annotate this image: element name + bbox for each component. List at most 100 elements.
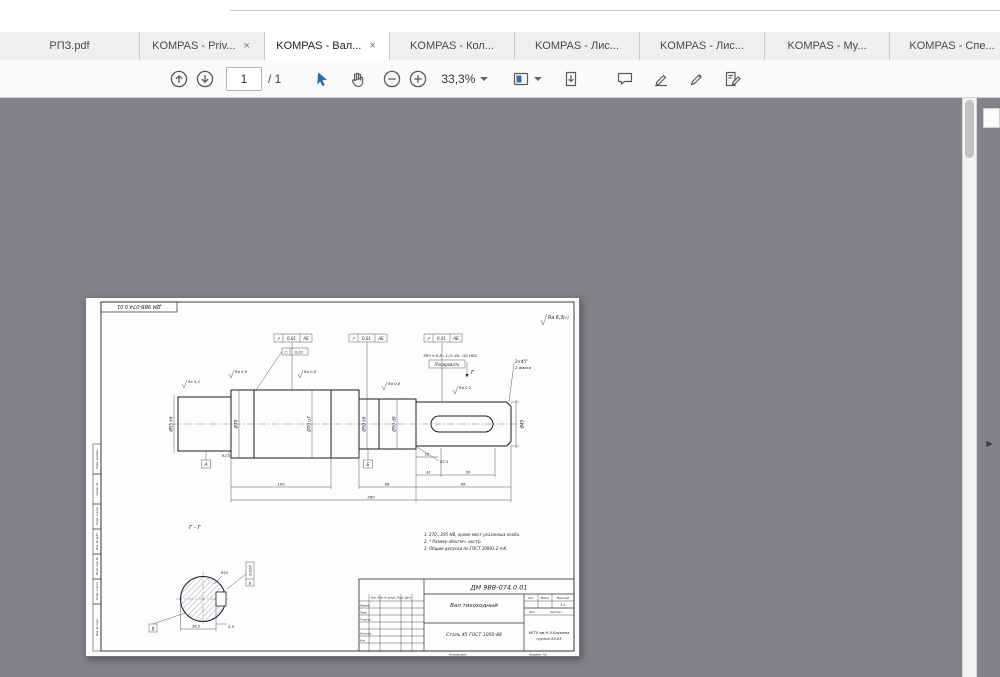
display-settings-icon: [511, 69, 531, 89]
page-number-input[interactable]: [226, 67, 262, 91]
length-dimensions: 22 41 50 100 66 68 260: [231, 446, 511, 502]
cursor-icon: [312, 69, 332, 89]
document-viewport: ДМ 9ВВ-074.0.01 Перв. примен. Справ. № П…: [0, 98, 1000, 677]
svg-text:Лит.: Лит.: [527, 596, 534, 600]
zoom-in-icon: [408, 69, 428, 89]
svg-text:↗: ↗: [352, 336, 356, 341]
highlight-tool-button[interactable]: [648, 66, 674, 92]
tab-kompas-lis-2[interactable]: KOMPAS - Лис...: [640, 32, 765, 60]
general-roughness-mark: Ra 6,3 (√): [541, 314, 569, 325]
chevron-down-icon: [534, 77, 542, 81]
svg-text:Н.контр.: Н.контр.: [360, 632, 372, 636]
fillet-radii: R2,5 R2,5: [222, 447, 449, 464]
svg-text:Т.контр.: Т.контр.: [360, 618, 371, 622]
svg-text:260: 260: [367, 495, 375, 500]
svg-text:А: А: [203, 462, 207, 468]
hand-tool-button[interactable]: [345, 66, 371, 92]
page-up-button[interactable]: [166, 66, 192, 92]
svg-text:Подп. и дата: Подп. и дата: [95, 507, 99, 525]
page-scroll-icon: [561, 69, 581, 89]
pen-nib-icon: [687, 69, 707, 89]
tab-label: РПЗ.pdf: [49, 40, 89, 52]
zoom-out-button[interactable]: [379, 66, 405, 92]
fill-sign-button[interactable]: [720, 66, 746, 92]
tab-close-icon[interactable]: ×: [241, 41, 251, 52]
zoom-level-value: 33,3%: [441, 72, 475, 86]
engineering-drawing: ДМ 9ВВ-074.0.01 Перв. примен. Справ. № П…: [86, 298, 579, 656]
highlighter-icon: [651, 69, 671, 89]
svg-text:Б: Б: [366, 462, 369, 468]
svg-text:ТВЧ h 0,8...1,0; 40...50 HRC: ТВЧ h 0,8...1,0; 40...50 HRC: [423, 353, 478, 358]
svg-text:1:1: 1:1: [560, 603, 565, 607]
svg-text:Справ. №: Справ. №: [95, 482, 99, 495]
tab-kompas-spe[interactable]: KOMPAS - Спе...: [890, 32, 1000, 60]
expand-tools-panel-button[interactable]: ►: [984, 439, 995, 450]
page-down-button[interactable]: [192, 66, 218, 92]
svg-text:66: 66: [385, 482, 390, 487]
page-count-label: / 1: [268, 72, 281, 86]
svg-text:68: 68: [461, 482, 466, 487]
fill-and-sign-icon: [723, 69, 743, 89]
svg-text:Г: Г: [471, 370, 475, 376]
select-tool-button[interactable]: [309, 66, 335, 92]
tab-kompas-mu[interactable]: KOMPAS - My...: [765, 32, 890, 60]
hand-icon: [348, 69, 368, 89]
chevron-down-icon: [480, 77, 488, 81]
tab-kompas-priv[interactable]: KOMPAS - Priv... ×: [140, 32, 265, 60]
svg-text:R24: R24: [221, 571, 229, 575]
sign-tool-button[interactable]: [684, 66, 710, 92]
svg-text:Г - Г: Г - Г: [189, 525, 202, 531]
heat-treatment-note: ТВЧ h 0,8...1,0; 40...50 HRC Полировать …: [423, 353, 478, 378]
tab-label: KOMPAS - Кол...: [410, 40, 494, 52]
svg-text:В: В: [152, 627, 155, 632]
svg-text:50: 50: [466, 470, 471, 475]
scroll-mode-button[interactable]: [558, 66, 584, 92]
svg-text:41: 41: [426, 470, 431, 475]
vertical-scrollbar[interactable]: [962, 98, 977, 677]
svg-text:0,020: 0,020: [249, 565, 253, 576]
svg-text:Ø70: Ø70: [234, 419, 239, 429]
pane-handle[interactable]: [983, 108, 1000, 128]
svg-text:2. * Размер обеспеч. инстр.: 2. * Размер обеспеч. инстр.: [424, 539, 482, 544]
technical-notes: 1. 270...295 НВ, кроме мест указанных ос…: [424, 532, 520, 551]
scrollbar-thumb[interactable]: [965, 100, 974, 158]
chamfer-note: 2×45° 2 фаски: [509, 359, 532, 401]
arrow-up-circle-icon: [169, 69, 189, 89]
svg-text:0,01: 0,01: [362, 336, 371, 341]
tab-label: KOMPAS - Вал...: [276, 40, 361, 52]
svg-text:○: ○: [284, 349, 288, 354]
svg-text:↗: ↗: [427, 336, 431, 341]
tab-rpz-pdf[interactable]: РПЗ.pdf: [0, 32, 140, 60]
svg-text:Листов 1: Листов 1: [549, 610, 563, 614]
svg-text:Ø50 d9: Ø50 d9: [392, 416, 397, 433]
zoom-level-dropdown[interactable]: 33,3%: [437, 69, 492, 89]
svg-text:R2,5: R2,5: [222, 454, 231, 458]
window-titlebar: [0, 0, 1000, 32]
pdf-page[interactable]: ДМ 9ВВ-074.0.01 Перв. примен. Справ. № П…: [85, 297, 580, 657]
tab-kompas-lis-1[interactable]: KOMPAS - Лис...: [515, 32, 640, 60]
svg-text:Копировал: Копировал: [449, 653, 466, 657]
svg-text:Взам. инв. №: Взам. инв. №: [95, 557, 99, 575]
page-display-dropdown[interactable]: [508, 66, 534, 92]
tab-label: KOMPAS - Priv...: [152, 40, 235, 52]
titlebar-divider: [230, 10, 1000, 11]
svg-text:Ø55 k6: Ø55 k6: [169, 416, 174, 432]
svg-text:0,01: 0,01: [437, 336, 446, 341]
svg-text:Ra 0,8: Ra 0,8: [388, 381, 401, 386]
tab-close-icon[interactable]: ×: [367, 41, 377, 52]
svg-text:АБ: АБ: [452, 336, 459, 341]
diameter-dimensions: Ø55 k6 Ø70 Ø70 u7 Ø50 k6 Ø50 d9 Ø45: [169, 390, 525, 458]
svg-text:100: 100: [277, 482, 285, 487]
tab-kompas-val-active[interactable]: KOMPAS - Вал... ×: [265, 32, 390, 60]
svg-text:АБ: АБ: [377, 336, 384, 341]
svg-text:Пров.: Пров.: [360, 611, 368, 615]
svg-text:5,5: 5,5: [228, 624, 235, 629]
comment-tool-button[interactable]: [612, 66, 638, 92]
svg-text:Подп. и дата: Подп. и дата: [95, 582, 99, 600]
tab-label: KOMPAS - Лис...: [535, 40, 619, 52]
zoom-in-button[interactable]: [405, 66, 431, 92]
datum-flags: А Б: [202, 449, 373, 468]
tab-kompas-kol[interactable]: KOMPAS - Кол...: [390, 32, 515, 60]
svg-text:Ra 0,8: Ra 0,8: [304, 369, 317, 374]
part-material: Сталь 45 ГОСТ 1050-88: [446, 632, 502, 638]
